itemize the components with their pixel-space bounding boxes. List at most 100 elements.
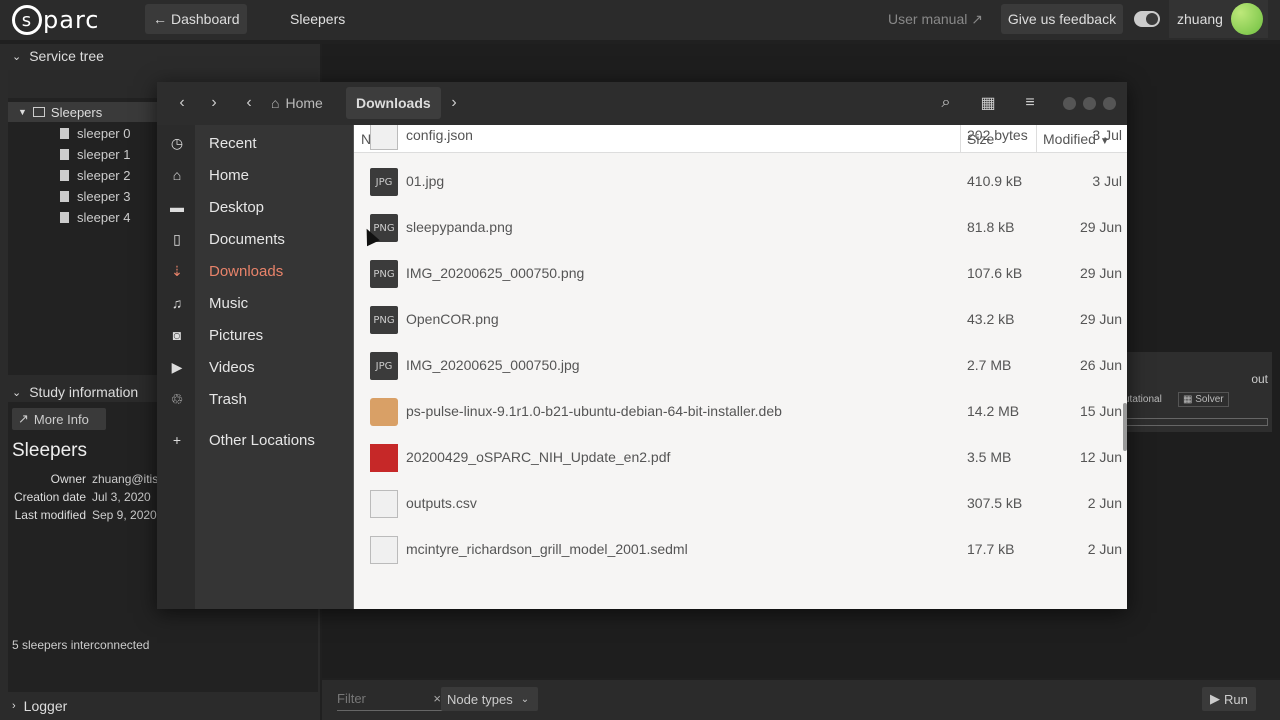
owner-value: zhuang@itis (92, 472, 159, 486)
place-label: Music (209, 294, 249, 312)
home-icon: ⌂ (271, 95, 280, 111)
close-icon[interactable] (1103, 97, 1116, 110)
place-trash[interactable]: ♲ Trash (157, 383, 353, 415)
osparc-logo[interactable]: s parc (12, 4, 99, 36)
file-size: 2.7 MB (967, 357, 1012, 373)
service-tree-header[interactable]: ⌄ Service tree (0, 44, 320, 68)
dashboard-button[interactable]: ← Dashboard (145, 4, 247, 34)
place-label: Home (209, 166, 250, 184)
place-label: Documents (209, 230, 285, 248)
file-row[interactable]: ps-pulse-linux-9.1r1.0-b21-ubuntu-debian… (354, 388, 1127, 434)
user-manual-link[interactable]: User manual ↗ (888, 11, 983, 28)
download-icon: ⇣ (171, 262, 183, 279)
package-icon (370, 398, 398, 426)
tree-node-label: sleeper 3 (77, 188, 131, 204)
study-info-label: Study information (29, 384, 139, 400)
theme-toggle[interactable] (1134, 11, 1160, 27)
logger-label: Logger (23, 698, 68, 714)
maximize-icon[interactable] (1083, 97, 1096, 110)
tree-node[interactable]: sleeper 1 (60, 144, 130, 164)
tree-node[interactable]: sleeper 4 (60, 207, 130, 227)
pdf-icon (370, 444, 398, 472)
file-modified: 2 Jun (1087, 541, 1122, 557)
place-videos[interactable]: ▶ Videos (157, 351, 353, 383)
minimize-icon[interactable] (1063, 97, 1076, 110)
tree-node[interactable]: sleeper 2 (60, 165, 130, 185)
place-documents[interactable]: ▯ Documents (157, 223, 353, 255)
crumb-left-icon[interactable]: ‹ (242, 87, 256, 119)
node-out-port: out (1251, 372, 1268, 386)
back-icon[interactable]: ‹ (167, 87, 197, 119)
place-music[interactable]: ♫ Music (157, 287, 353, 319)
tree-node-label: sleeper 0 (77, 125, 131, 141)
logo-text: parc (43, 6, 100, 34)
caret-down-icon: ▼ (18, 107, 27, 117)
code-file-icon (370, 536, 398, 564)
node-progress (1124, 418, 1268, 426)
crumb-right-icon[interactable]: › (447, 87, 461, 119)
info-title: Sleepers (12, 440, 87, 461)
logo-s: s (12, 5, 42, 35)
crumb-home[interactable]: ⌂ Home (261, 87, 333, 119)
file-modified: 15 Jun (1079, 403, 1122, 419)
place-desktop[interactable]: ▬ Desktop (157, 191, 353, 223)
avatar (1231, 3, 1263, 35)
external-link-icon: ↗ (971, 11, 983, 27)
crumb-downloads[interactable]: Downloads (346, 87, 441, 119)
file-name: ps-pulse-linux-9.1r1.0-b21-ubuntu-debian… (406, 403, 782, 419)
place-label: Desktop (209, 198, 265, 216)
file-name: IMG_20200625_000750.jpg (406, 357, 580, 373)
file-row[interactable]: PNG IMG_20200625_000750.png 107.6 kB 29 Jun (354, 250, 1127, 296)
png-icon: PNG (370, 260, 398, 288)
more-info-button[interactable]: ↗ More Info (12, 408, 106, 430)
place-label: Recent (209, 134, 257, 152)
place-downloads[interactable]: ⇣ Downloads (157, 255, 353, 287)
node-types-dropdown[interactable]: Node types ⌄ (441, 687, 538, 711)
file-row[interactable]: mcintyre_richardson_grill_model_2001.sed… (354, 526, 1127, 572)
filter-input[interactable]: Filter × (337, 687, 443, 711)
file-modified: 29 Jun (1079, 219, 1122, 235)
place-pictures[interactable]: ◙ Pictures (157, 319, 353, 351)
file-modified: 12 Jun (1079, 449, 1122, 465)
logger-header[interactable]: › Logger (0, 694, 320, 718)
png-icon: PNG (370, 306, 398, 334)
file-row[interactable]: JPG 01.jpg 410.9 kB 3 Jul (354, 158, 1127, 204)
place-label: Pictures (209, 326, 264, 344)
crumb-home-label: Home (285, 95, 323, 111)
forward-icon[interactable]: › (199, 87, 229, 119)
tree-node[interactable]: sleeper 0 (60, 123, 130, 143)
feedback-button[interactable]: Give us feedback (1001, 4, 1123, 34)
user-manual-label: User manual (888, 11, 968, 27)
top-bar: s parc ← Dashboard Sleepers User manual ↗… (0, 0, 1280, 40)
clock-icon: ◷ (170, 134, 184, 151)
owner-row: Owner zhuang@itis (8, 472, 159, 486)
grid-view-icon[interactable]: ▦ (973, 87, 1003, 119)
clear-icon[interactable]: × (433, 691, 441, 706)
place-other-locations[interactable]: + Other Locations (157, 424, 353, 456)
toggle-knob (1146, 13, 1158, 25)
file-icon (60, 190, 69, 202)
file-row[interactable]: JPG IMG_20200625_000750.jpg 2.7 MB 26 Jun (354, 342, 1127, 388)
plus-icon: + (172, 432, 182, 448)
user-menu[interactable]: zhuang (1169, 0, 1268, 38)
file-size: 14.2 MB (967, 403, 1020, 419)
file-size: 81.8 kB (967, 219, 1015, 235)
file-size: 107.6 kB (967, 265, 1023, 281)
place-home[interactable]: ⌂ Home (157, 159, 353, 191)
file-row[interactable]: config.json 202 bytes 3 Jul (354, 125, 1127, 158)
scrollbar[interactable] (1123, 403, 1127, 451)
run-button[interactable]: ▶ Run (1202, 687, 1256, 711)
menu-icon[interactable]: ≡ (1015, 87, 1045, 119)
node-tag-solver-label: Solver (1195, 394, 1224, 405)
place-recent[interactable]: ◷ Recent (157, 127, 353, 159)
search-icon[interactable]: ⌕ (931, 87, 961, 119)
node-card[interactable]: out utational ▦ Solver (1122, 352, 1272, 432)
file-row[interactable]: outputs.csv 307.5 kB 2 Jun (354, 480, 1127, 526)
file-size: 307.5 kB (967, 495, 1023, 511)
file-row[interactable]: 20200429_oSPARC_NIH_Update_en2.pdf 3.5 MB… (354, 434, 1127, 480)
file-row[interactable]: PNG OpenCOR.png 43.2 kB 29 Jun (354, 296, 1127, 342)
file-row[interactable]: PNG sleepypanda.png 81.8 kB 29 Jun (354, 204, 1127, 250)
tree-node[interactable]: sleeper 3 (60, 186, 130, 206)
file-icon (60, 127, 69, 139)
calculator-icon: ▦ (1183, 394, 1196, 405)
